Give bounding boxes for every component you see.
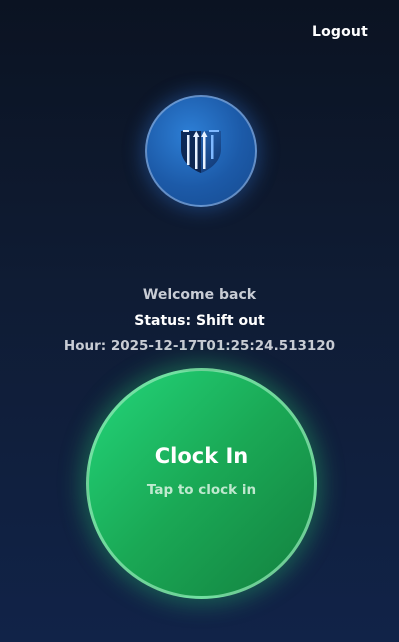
status-text: Status: Shift out: [134, 313, 265, 329]
clock-in-title: Clock In: [154, 443, 249, 468]
clock-in-subtitle: Tap to clock in: [146, 481, 257, 498]
logout-button[interactable]: Logout: [312, 24, 368, 40]
shield-columns-icon: [181, 130, 221, 173]
clock-in-button[interactable]: Clock In Tap to clock in: [86, 368, 317, 599]
app-logo: [145, 95, 257, 207]
hour-text: Hour: 2025-12-17T01:25:24.513120: [63, 338, 336, 354]
welcome-text: Welcome back: [142, 287, 257, 303]
